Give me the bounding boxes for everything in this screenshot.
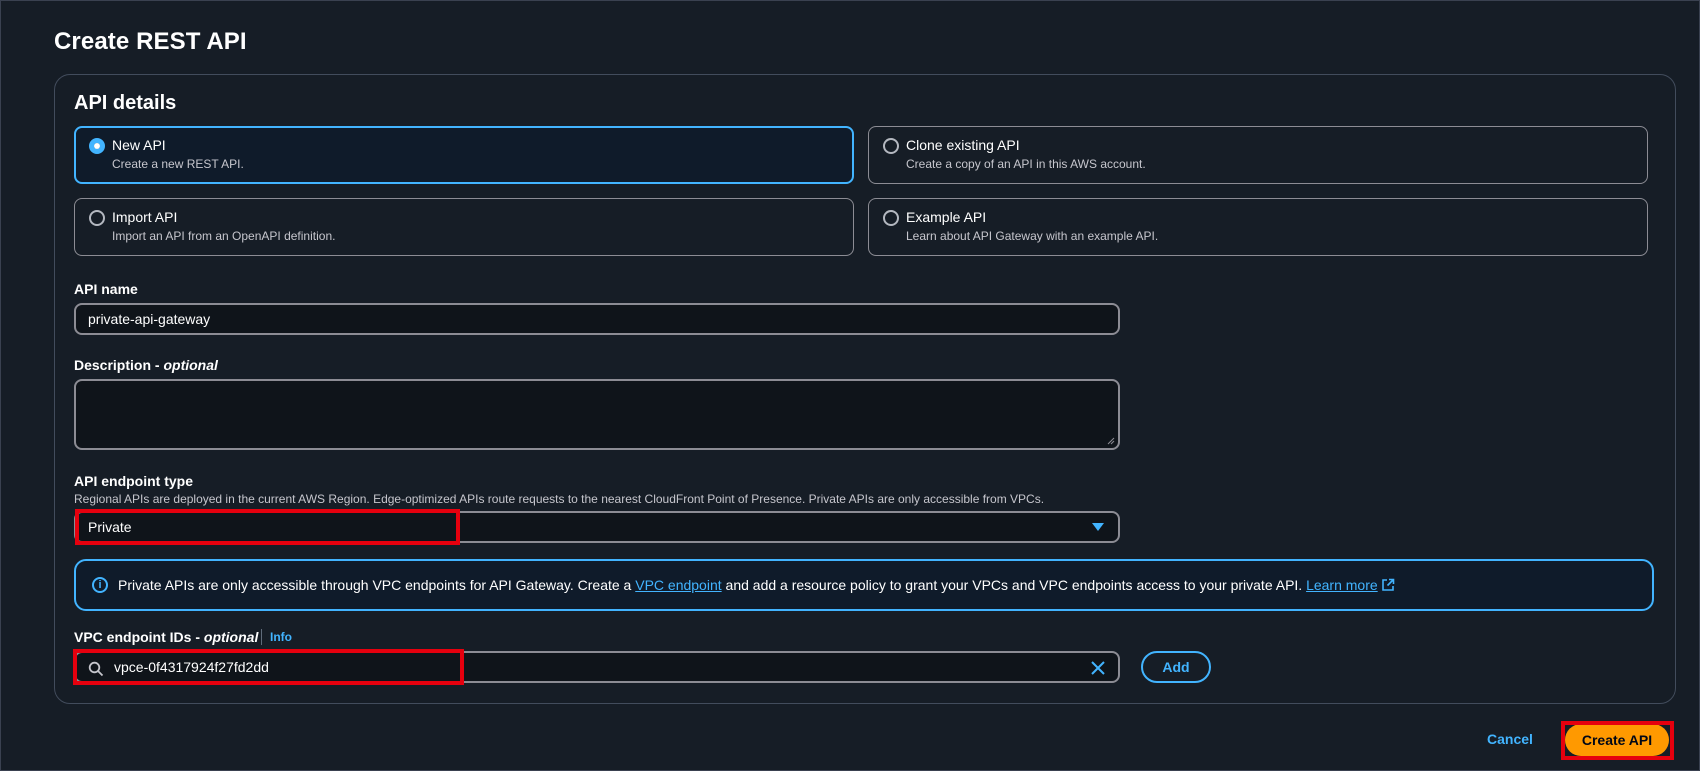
- vpc-endpoints-label: VPC endpoint IDs - optional: [74, 629, 259, 645]
- tile-description: Create a copy of an API in this AWS acco…: [906, 157, 1146, 171]
- endpoint-type-value: Private: [88, 519, 132, 535]
- page-title: Create REST API: [54, 28, 247, 55]
- alert-text: Private APIs are only accessible through…: [118, 577, 1395, 593]
- add-button[interactable]: Add: [1141, 651, 1211, 683]
- api-name-input[interactable]: private-api-gateway: [74, 303, 1120, 335]
- api-name-value: private-api-gateway: [88, 311, 211, 327]
- endpoint-type-select[interactable]: Private: [74, 511, 1120, 543]
- close-icon[interactable]: [1090, 660, 1106, 676]
- radio-clone-api[interactable]: [883, 138, 899, 154]
- info-separator: [261, 629, 262, 645]
- tile-description: Create a new REST API.: [112, 157, 244, 171]
- alert-text-part: and add a resource policy to grant your …: [721, 577, 1307, 593]
- vpc-endpoint-value: vpce-0f4317924f27fd2dd: [114, 659, 269, 675]
- tile-label: Example API: [906, 209, 987, 225]
- endpoint-type-hint: Regional APIs are deployed in the curren…: [74, 492, 1045, 506]
- learn-more-link[interactable]: Learn more: [1306, 577, 1378, 593]
- vpc-endpoints-label-text: VPC endpoint IDs: [74, 629, 192, 645]
- endpoint-type-label: API endpoint type: [74, 473, 193, 489]
- info-circle-icon: i: [92, 577, 108, 593]
- description-label-text: Description: [74, 357, 152, 373]
- radio-example-api[interactable]: [883, 210, 899, 226]
- tile-import-api[interactable]: Import API Import an API from an OpenAPI…: [74, 198, 854, 256]
- info-alert: i Private APIs are only accessible throu…: [74, 559, 1654, 611]
- optional-tag: optional: [163, 357, 218, 373]
- alert-text-part: Private APIs are only accessible through…: [118, 577, 636, 593]
- tile-new-api[interactable]: New API Create a new REST API.: [74, 126, 854, 184]
- radio-new-api[interactable]: [89, 138, 105, 154]
- tile-description: Learn about API Gateway with an example …: [906, 229, 1159, 243]
- optional-tag: optional: [203, 629, 259, 645]
- resize-handle-icon[interactable]: [1107, 437, 1115, 445]
- caret-down-icon: [1092, 523, 1104, 531]
- section-title: API details: [74, 92, 177, 114]
- vpc-endpoint-link[interactable]: VPC endpoint: [635, 577, 721, 593]
- tile-label: Clone existing API: [906, 137, 1020, 153]
- description-textarea[interactable]: [74, 379, 1120, 450]
- api-name-label: API name: [74, 281, 138, 297]
- tile-label: Import API: [112, 209, 178, 225]
- description-label: Description - optional: [74, 357, 218, 373]
- search-icon: [88, 661, 104, 677]
- cancel-button[interactable]: Cancel: [1487, 731, 1533, 747]
- vpc-endpoint-search-input[interactable]: vpce-0f4317924f27fd2dd: [74, 651, 1120, 683]
- radio-import-api[interactable]: [89, 210, 105, 226]
- tile-example-api[interactable]: Example API Learn about API Gateway with…: [868, 198, 1648, 256]
- tile-label: New API: [112, 137, 166, 153]
- external-link-icon[interactable]: [1381, 578, 1395, 592]
- tile-clone-api[interactable]: Clone existing API Create a copy of an A…: [868, 126, 1648, 184]
- create-api-button[interactable]: Create API: [1565, 724, 1669, 756]
- tile-description: Import an API from an OpenAPI definition…: [112, 229, 336, 243]
- info-link[interactable]: Info: [270, 630, 292, 644]
